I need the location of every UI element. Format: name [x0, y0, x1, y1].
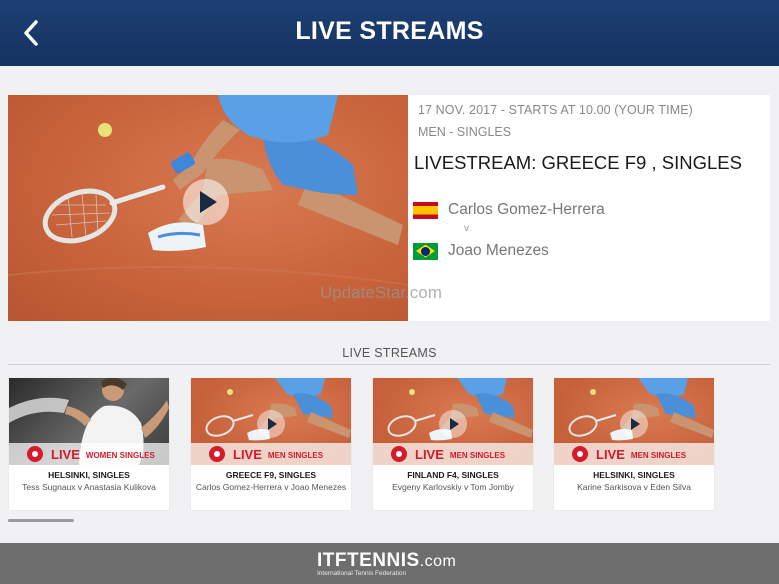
- live-icon: [572, 446, 588, 462]
- stream-card[interactable]: LIVE MEN SINGLES GREECE F9, SINGLES Carl…: [191, 378, 351, 510]
- card-title: FINLAND F4, SINGLES: [407, 470, 499, 480]
- featured-stream[interactable]: 17 NOV. 2017 - STARTS AT 10.00 (YOUR TIM…: [8, 95, 770, 321]
- watermark: UpdateStar.com: [320, 283, 442, 302]
- live-icon: [391, 446, 407, 462]
- stream-category: MEN - SINGLES: [418, 125, 512, 139]
- section-title: LIVE STREAMS: [342, 346, 437, 360]
- card-subtitle: Evgeny Karlovskiy v Tom Jomby: [392, 482, 514, 492]
- card-subtitle: Tess Sugnaux v Anastasia Kulikova: [22, 482, 156, 492]
- live-label: LIVE: [51, 446, 80, 462]
- live-label: LIVE: [596, 446, 625, 462]
- page-title: LIVE STREAMS: [295, 17, 484, 45]
- card-category: MEN SINGLES: [267, 451, 324, 460]
- footer-bar: ITFTENNIS.com International Tennis Feder…: [0, 543, 779, 584]
- brazil-flag-icon: [413, 242, 438, 260]
- card-title: GREECE F9, SINGLES: [225, 470, 317, 480]
- logo-text: ITFTENNIS: [317, 550, 420, 571]
- horizontal-scrollbar[interactable]: [8, 519, 74, 522]
- card-thumbnail: LIVE WOMEN SINGLES: [9, 378, 169, 465]
- player-1: Carlos Gomez-Herrera: [413, 200, 605, 220]
- spain-flag-icon: [413, 201, 438, 219]
- card-subtitle: Karine Sarkisova v Eden Silva: [577, 482, 691, 492]
- section-divider: [8, 364, 770, 365]
- card-subtitle: Carlos Gomez-Herrera v Joao Menezes: [195, 482, 347, 492]
- play-button[interactable]: [183, 179, 229, 225]
- player-2: Joao Menezes: [413, 241, 549, 261]
- card-thumbnail: LIVE MEN SINGLES: [554, 378, 714, 465]
- card-thumbnail: LIVE MEN SINGLES: [191, 378, 351, 465]
- itf-tennis-logo[interactable]: ITFTENNIS.com International Tennis Feder…: [317, 550, 456, 577]
- play-icon: [257, 410, 285, 438]
- play-icon: [439, 410, 467, 438]
- stream-date-time: 17 NOV. 2017 - STARTS AT 10.00 (YOUR TIM…: [418, 103, 693, 117]
- card-title: HELSINKI, SINGLES: [593, 470, 675, 480]
- live-banner: LIVE MEN SINGLES: [373, 443, 533, 465]
- live-banner: LIVE MEN SINGLES: [191, 443, 351, 465]
- play-icon: [620, 410, 648, 438]
- player-1-name: Carlos Gomez-Herrera: [448, 201, 605, 218]
- stream-card[interactable]: LIVE MEN SINGLES HELSINKI, SINGLES Karin…: [554, 378, 714, 510]
- player-2-name: Joao Menezes: [448, 242, 549, 259]
- logo-domain: .com: [419, 553, 457, 570]
- card-category: MEN SINGLES: [449, 451, 506, 460]
- live-label: LIVE: [415, 446, 444, 462]
- stream-card[interactable]: LIVE WOMEN SINGLES HELSINKI, SINGLES Tes…: [9, 378, 169, 510]
- live-icon: [27, 446, 43, 462]
- live-banner: LIVE WOMEN SINGLES: [9, 443, 169, 465]
- card-category: WOMEN SINGLES: [85, 451, 155, 460]
- card-thumbnail: LIVE MEN SINGLES: [373, 378, 533, 465]
- stream-card[interactable]: LIVE MEN SINGLES FINLAND F4, SINGLES Evg…: [373, 378, 533, 510]
- app-header: LIVE STREAMS: [0, 0, 779, 66]
- card-title: HELSINKI, SINGLES: [48, 470, 130, 480]
- card-category: MEN SINGLES: [630, 451, 687, 460]
- stream-title: LIVESTREAM: GREECE F9 , SINGLES: [414, 152, 742, 173]
- live-label: LIVE: [233, 446, 262, 462]
- live-banner: LIVE MEN SINGLES: [554, 443, 714, 465]
- live-icon: [209, 446, 225, 462]
- versus-label: v: [464, 223, 469, 234]
